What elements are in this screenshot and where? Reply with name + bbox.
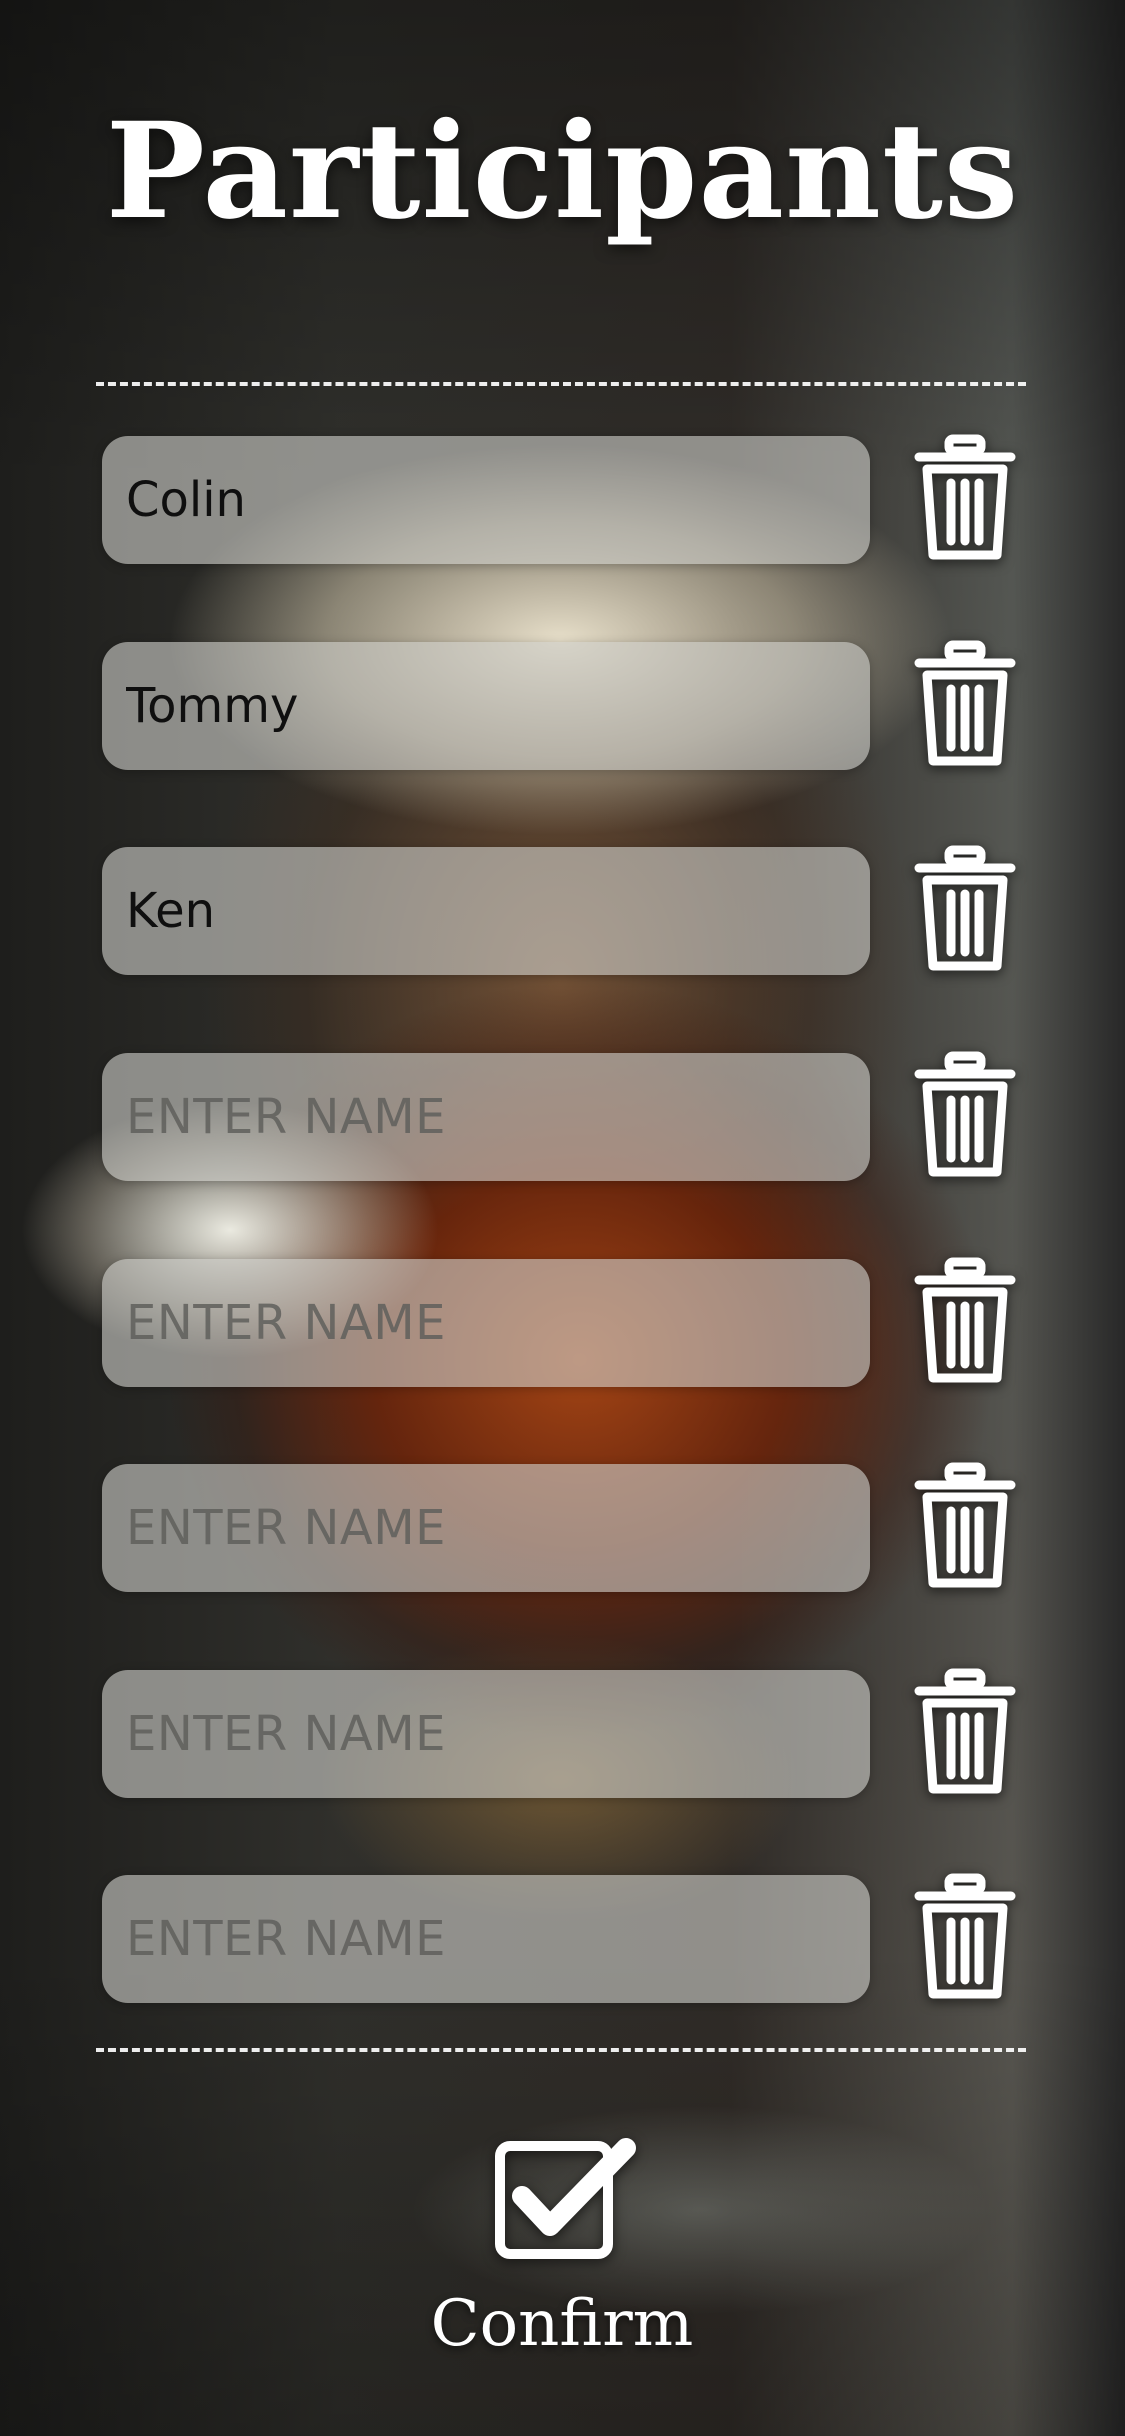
- participant-name-input[interactable]: [102, 1464, 870, 1592]
- delete-participant-button[interactable]: [905, 1869, 1025, 2009]
- delete-participant-button[interactable]: [905, 1664, 1025, 1804]
- delete-participant-button[interactable]: [905, 841, 1025, 981]
- participant-row: [0, 434, 1125, 566]
- participant-name-input[interactable]: [102, 1875, 870, 2003]
- trash-icon: [913, 433, 1017, 567]
- participant-row: [0, 845, 1125, 977]
- participant-row: [0, 1051, 1125, 1183]
- participant-row: [0, 1873, 1125, 2005]
- trash-icon: [913, 1256, 1017, 1390]
- participant-name-input[interactable]: [102, 642, 870, 770]
- participant-name-input[interactable]: [102, 436, 870, 564]
- trash-icon: [913, 1050, 1017, 1184]
- trash-icon: [913, 1667, 1017, 1801]
- trash-icon: [913, 1461, 1017, 1595]
- blurred-background-image: [0, 0, 1125, 2436]
- participant-row: [0, 1462, 1125, 1594]
- trash-icon: [913, 844, 1017, 978]
- bottom-dashed-divider: [96, 2048, 1026, 2052]
- confirm-label: Confirm: [430, 2287, 694, 2361]
- participant-name-input[interactable]: [102, 1053, 870, 1181]
- top-dashed-divider: [96, 382, 1026, 386]
- trash-icon: [913, 1872, 1017, 2006]
- checkbox-checked-icon: [490, 2134, 640, 2264]
- participant-row: [0, 1257, 1125, 1389]
- participant-name-input[interactable]: [102, 847, 870, 975]
- confirm-button[interactable]: Confirm: [412, 2134, 712, 2374]
- participant-name-input[interactable]: [102, 1259, 870, 1387]
- delete-participant-button[interactable]: [905, 1458, 1025, 1598]
- page-title: Participants: [105, 94, 1020, 249]
- delete-participant-button[interactable]: [905, 1253, 1025, 1393]
- delete-participant-button[interactable]: [905, 430, 1025, 570]
- participant-row: [0, 1668, 1125, 1800]
- trash-icon: [913, 639, 1017, 773]
- participant-name-input[interactable]: [102, 1670, 870, 1798]
- delete-participant-button[interactable]: [905, 636, 1025, 776]
- delete-participant-button[interactable]: [905, 1047, 1025, 1187]
- participant-row: [0, 640, 1125, 772]
